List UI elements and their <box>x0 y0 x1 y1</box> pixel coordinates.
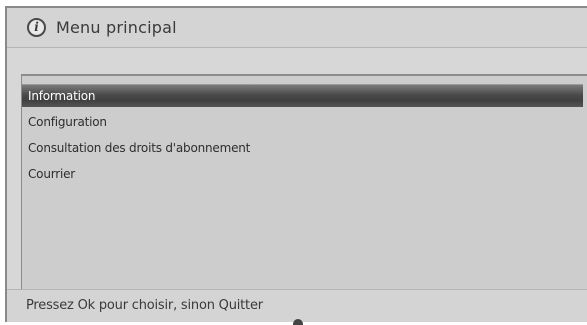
menu-item-configuration[interactable]: Configuration <box>28 111 107 133</box>
menu-footer: Pressez Ok pour choisir, sinon Quitter <box>7 289 587 325</box>
page-title: Menu principal <box>56 18 177 37</box>
main-menu-screen: i Menu principal Information Configurati… <box>5 6 587 325</box>
scroll-indicator <box>293 319 303 325</box>
menu-item-subscription-rights[interactable]: Consultation des droits d'abonnement <box>28 137 250 159</box>
footer-hint: Pressez Ok pour choisir, sinon Quitter <box>26 298 263 313</box>
menu-item-mail[interactable]: Courrier <box>28 163 75 185</box>
menu-header: i Menu principal <box>7 8 587 48</box>
menu-item-information[interactable]: Information <box>22 84 583 107</box>
info-icon: i <box>27 18 46 37</box>
menu-list: Information Configuration Consultation d… <box>21 74 587 290</box>
